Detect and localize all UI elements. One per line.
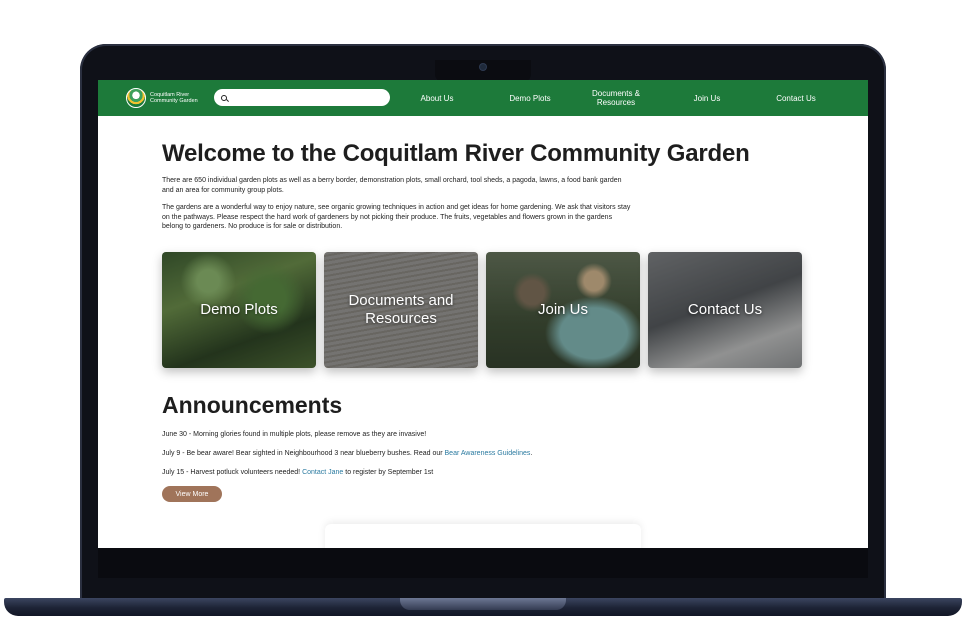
nav-demo-plots[interactable]: Demo Plots — [500, 80, 560, 116]
garden-logo-icon — [126, 88, 146, 108]
announcement-text: July 15 - Harvest potluck volunteers nee… — [162, 469, 303, 476]
announcement-item: July 15 - Harvest potluck volunteers nee… — [162, 468, 682, 487]
card-demo-plots-label: Demo Plots — [200, 301, 278, 318]
announcement-item: June 30 - Morning glories found in multi… — [162, 431, 427, 438]
card-demo-plots[interactable]: Demo Plots — [162, 252, 316, 368]
view-more-button[interactable]: View More — [162, 486, 222, 502]
nav-about-us[interactable]: About Us — [412, 80, 462, 116]
bear-guidelines-link[interactable]: Bear Awareness Guidelines — [445, 450, 531, 457]
card-join-us-label: Join Us — [537, 301, 589, 318]
card-documents-label: Documents and Resources — [348, 292, 454, 327]
main-content: Welcome to the Coquitlam River Community… — [162, 140, 802, 232]
navbar: Coquitlam River Community Garden About U… — [98, 80, 868, 116]
card-join-us[interactable]: Join Us — [486, 252, 640, 368]
contact-jane-link[interactable]: Contact Jane — [302, 469, 343, 476]
page-title: Welcome to the Coquitlam River Community… — [162, 140, 750, 167]
search-input[interactable] — [231, 94, 381, 101]
announcements-list: June 30 - Morning glories found in multi… — [162, 430, 682, 487]
feature-cards: Demo Plots Documents and Resources Join … — [162, 252, 804, 368]
card-documents-resources[interactable]: Documents and Resources — [324, 252, 478, 368]
announcement-text-end: to register by September 1st — [343, 469, 434, 476]
search-icon[interactable] — [221, 94, 227, 101]
nav-documents-line-2: Resources — [596, 98, 636, 107]
nav-documents-line-1: Documents & — [591, 89, 641, 98]
nav-contact-us[interactable]: Contact Us — [768, 80, 824, 116]
intro-paragraph-1: There are 650 individual garden plots as… — [162, 177, 622, 194]
logo-text: Coquitlam River Community Garden — [150, 92, 198, 104]
site-logo[interactable]: Coquitlam River Community Garden — [126, 88, 198, 108]
screen: Coquitlam River Community Garden About U… — [98, 80, 868, 548]
search-bar[interactable] — [214, 89, 390, 106]
nav-join-us[interactable]: Join Us — [682, 80, 732, 116]
announcements-heading: Announcements — [162, 392, 343, 418]
intro-paragraph-2: The gardens are a wonderful way to enjoy… — [162, 204, 631, 230]
announcement-text: July 9 - Be bear aware! Bear sighted in … — [162, 450, 445, 457]
bottom-card — [325, 524, 641, 548]
announcement-item: July 9 - Be bear aware! Bear sighted in … — [162, 449, 682, 468]
announcement-text-end: . — [530, 450, 533, 457]
camera-icon — [480, 64, 486, 70]
logo-line-2: Community Garden — [150, 98, 198, 104]
laptop-chin — [98, 548, 868, 578]
laptop-hinge — [400, 598, 566, 610]
nav-documents-resources[interactable]: Documents & Resources — [580, 80, 652, 116]
card-contact-us-label: Contact Us — [687, 301, 763, 318]
card-contact-us[interactable]: Contact Us — [648, 252, 802, 368]
